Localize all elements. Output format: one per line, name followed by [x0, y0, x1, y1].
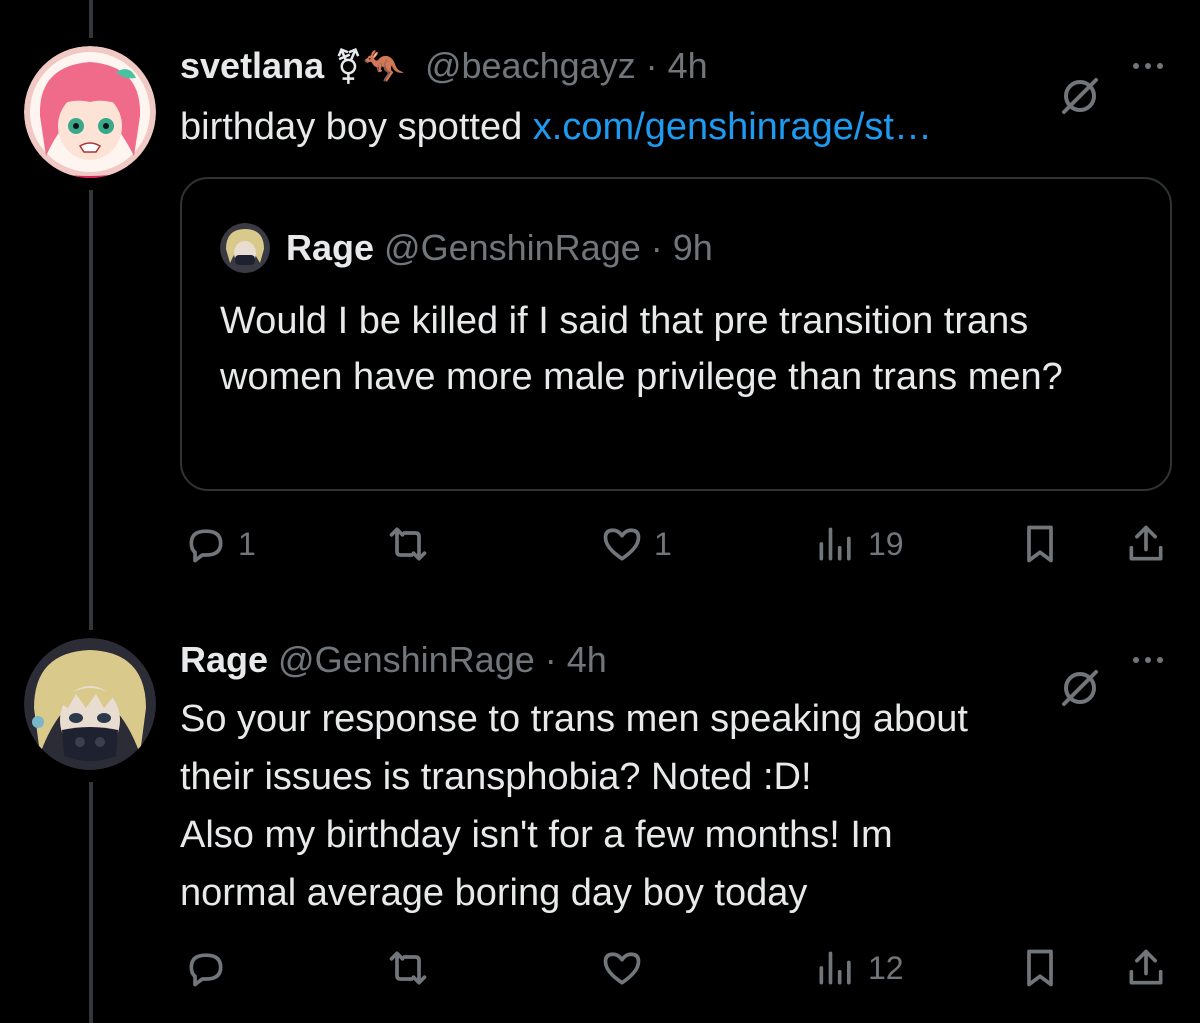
quote-author-handle: @GenshinRage: [384, 227, 641, 268]
more-icon[interactable]: [1128, 640, 1168, 680]
more-icon[interactable]: [1128, 46, 1168, 86]
tweet1-timestamp[interactable]: · 4h: [646, 45, 708, 86]
thread-line-top: [89, 0, 93, 38]
reply-icon: [189, 529, 223, 563]
tweet1-header: svetlana ⚧🦘 @beachgayz · 4h: [180, 44, 708, 89]
retweet-icon: [389, 527, 427, 561]
tweet1-like-button[interactable]: 1: [600, 520, 672, 568]
tweet1-views-button[interactable]: 19: [814, 520, 904, 568]
tweet1-retweet-button[interactable]: [386, 520, 440, 568]
bookmark-icon: [1027, 525, 1053, 563]
tweet2-timestamp[interactable]: · 4h: [545, 639, 607, 680]
tweet1-author-emojis: ⚧🦘: [334, 48, 405, 86]
like-icon: [603, 528, 641, 561]
tweet2-author-handle[interactable]: @GenshinRage: [278, 639, 535, 680]
bookmark-icon: [1027, 949, 1053, 987]
tweet2-text-line: normal average boring day boy today: [180, 872, 808, 914]
tweet2-bookmark-button[interactable]: [1018, 944, 1062, 992]
share-icon: [1129, 949, 1163, 985]
retweet-icon: [389, 951, 427, 985]
tweet2-retweet-button[interactable]: [386, 944, 440, 992]
quote-header: Rage @GenshinRage · 9h: [286, 223, 713, 273]
like-icon: [603, 952, 641, 985]
grok-icon[interactable]: [1056, 72, 1104, 120]
tweet1-text: birthday boy spotted x.com/genshinrage/s…: [180, 98, 932, 156]
quote-text: Would I be killed if I said that pre tra…: [220, 300, 1063, 398]
avatar-svetlana[interactable]: [24, 46, 156, 178]
thread-line-middle: [89, 190, 93, 630]
quote-timestamp: · 9h: [650, 227, 713, 268]
tweet2-text-line: Also my birthday isn't for a few months!…: [180, 814, 893, 856]
tweet1-bookmark-button[interactable]: [1018, 520, 1062, 568]
tweet1-text-body: birthday boy spotted: [180, 106, 523, 148]
views-icon: [819, 527, 851, 561]
tweet1-author-handle[interactable]: @beachgayz: [425, 45, 636, 86]
tweet2-share-button[interactable]: [1124, 944, 1168, 992]
tweet2-reply-button[interactable]: [184, 944, 238, 992]
thread-line-bottom: [89, 782, 93, 1023]
tweet2-text-line: their issues is transphobia? Noted :D!: [180, 756, 812, 798]
quote-author-name: Rage: [286, 227, 375, 268]
tweet2-text: So your response to trans men speaking a…: [180, 690, 1170, 922]
tweet2-like-button[interactable]: [600, 944, 654, 992]
tweet1-reply-button[interactable]: 1: [184, 520, 256, 568]
reply-icon: [189, 953, 223, 987]
tweet2-header: Rage @GenshinRage · 4h: [180, 638, 607, 682]
tweet2-views-button[interactable]: 12: [814, 944, 904, 992]
views-icon: [819, 951, 851, 985]
tweet1-link[interactable]: x.com/genshinrage/st…: [533, 106, 932, 148]
tweet1-share-button[interactable]: [1124, 520, 1168, 568]
tweet1-author-name[interactable]: svetlana: [180, 45, 324, 86]
tweet1-like-count: 1: [654, 525, 672, 562]
quoted-tweet[interactable]: Rage @GenshinRage · 9h Would I be killed…: [180, 177, 1172, 491]
tweet2-view-count: 12: [868, 949, 904, 986]
tweet2-text-line: So your response to trans men speaking a…: [180, 698, 968, 740]
quote-avatar-rage: [220, 223, 270, 273]
avatar-rage[interactable]: [24, 638, 156, 770]
tweet1-view-count: 19: [868, 525, 904, 562]
tweet1-reply-count: 1: [238, 525, 256, 562]
tweet2-author-name[interactable]: Rage: [180, 639, 268, 680]
share-icon: [1129, 525, 1163, 561]
